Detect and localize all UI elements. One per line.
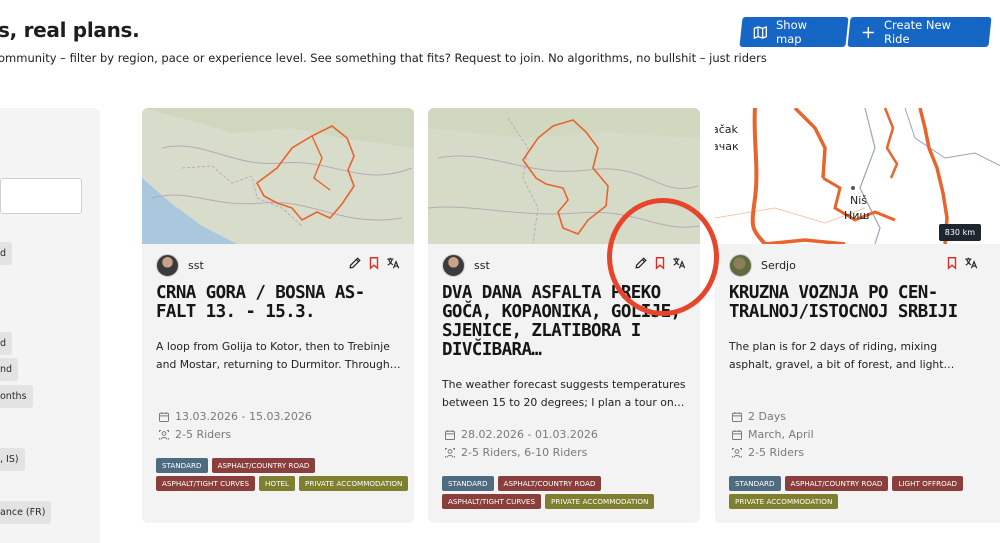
- calendar-icon: [445, 429, 455, 440]
- translate-icon[interactable]: [672, 256, 686, 270]
- card-actions: [634, 256, 686, 270]
- create-ride-button[interactable]: Create New Ride: [847, 17, 992, 47]
- ride-riders: 2-5 Riders: [158, 428, 231, 441]
- riders-icon: [732, 447, 742, 458]
- author-name: sst: [474, 259, 490, 272]
- card-actions: [348, 256, 400, 270]
- ride-riders: 2-5 Riders: [731, 446, 804, 459]
- filter-sidebar: [0, 108, 100, 543]
- ride-duration: 2 Days: [731, 410, 786, 423]
- translate-icon[interactable]: [964, 256, 978, 270]
- riders-icon: [159, 429, 169, 440]
- show-map-label: Show map: [775, 18, 807, 46]
- distance-badge: 830 km: [938, 224, 981, 241]
- calendar-icon: [732, 429, 742, 440]
- avatar: [156, 254, 179, 277]
- tag: PRIVATE ACCOMMODATION: [729, 494, 839, 509]
- card-actions: [945, 256, 978, 270]
- map-label: ačak: [715, 123, 739, 136]
- map-label: ачак: [715, 140, 739, 153]
- filter-chip[interactable]: d: [0, 242, 13, 265]
- create-ride-label: Create New Ride: [883, 18, 951, 46]
- author-name: sst: [188, 259, 204, 272]
- ride-card[interactable]: sst DVA DANA ASFALTA PREKO GOČA, KOPAONI…: [428, 108, 700, 523]
- edit-icon[interactable]: [634, 256, 648, 270]
- tag: PRIVATE ACCOMMODATION: [545, 494, 655, 509]
- ride-months: March, April: [731, 428, 814, 441]
- ride-card[interactable]: ačak ачак Niš Ниш 830 km Serdjo KRUZNA V…: [715, 108, 1000, 523]
- bookmark-icon[interactable]: [367, 256, 381, 270]
- calendar-icon: [159, 411, 169, 422]
- avatar: [729, 254, 752, 277]
- months-text: March, April: [748, 428, 814, 441]
- route-map: [428, 108, 700, 244]
- tag: ASPHALT/TIGHT CURVES: [156, 476, 256, 491]
- tag: HOTEL: [259, 476, 296, 491]
- author-info[interactable]: sst: [156, 254, 204, 277]
- riders-text: 2-5 Riders: [175, 428, 232, 441]
- tag-list: STANDARD ASPHALT/COUNTRY ROAD ASPHALT/TI…: [156, 458, 412, 491]
- tag: ASPHALT/COUNTRY ROAD: [497, 476, 602, 491]
- tag: STANDARD: [442, 476, 494, 491]
- calendar-icon: [732, 411, 742, 422]
- translate-icon[interactable]: [386, 256, 400, 270]
- author-name: Serdjo: [761, 259, 796, 272]
- tag: ASPHALT/COUNTRY ROAD: [784, 476, 889, 491]
- author-info[interactable]: sst: [442, 254, 490, 277]
- ride-description: The plan is for 2 days of riding, mixing…: [729, 340, 955, 371]
- show-map-button[interactable]: Show map: [739, 17, 849, 47]
- tag: PRIVATE ACCOMMODATION: [299, 476, 409, 491]
- plus-icon: [862, 26, 874, 38]
- ride-card[interactable]: sst CRNA GORA / BOSNA AS-FALT 13. - 15.3…: [142, 108, 414, 523]
- filter-chip[interactable]: onths: [0, 385, 33, 408]
- tag-list: STANDARD ASPHALT/COUNTRY ROAD ASPHALT/TI…: [442, 476, 698, 509]
- avatar: [442, 254, 465, 277]
- date-text: 13.03.2026 - 15.03.2026: [175, 410, 312, 423]
- riders-text: 2-5 Riders: [748, 446, 805, 459]
- bookmark-icon[interactable]: [945, 256, 959, 270]
- riders-icon: [445, 447, 455, 458]
- bookmark-icon[interactable]: [653, 256, 667, 270]
- ride-title[interactable]: KRUZNA VOZNJA PO CEN-TRALNOJ/ISTOCNOJ SR…: [729, 284, 991, 322]
- ride-description: The weather forecast suggests temperatur…: [442, 378, 686, 409]
- filter-chip[interactable]: , IS): [0, 448, 25, 471]
- author-info[interactable]: Serdjo: [729, 254, 796, 277]
- tag: ASPHALT/TIGHT CURVES: [442, 494, 542, 509]
- map-label: Niš: [850, 194, 867, 207]
- tag: LIGHT OFFROAD: [892, 476, 964, 491]
- page-title: s, real plans.: [0, 18, 140, 42]
- map-icon: [753, 25, 768, 39]
- tag: ASPHALT/COUNTRY ROAD: [211, 458, 316, 473]
- ride-date: 13.03.2026 - 15.03.2026: [158, 410, 312, 423]
- route-map: [142, 108, 414, 244]
- edit-icon[interactable]: [348, 256, 362, 270]
- tag: STANDARD: [729, 476, 781, 491]
- riders-text: 2-5 Riders, 6-10 Riders: [461, 446, 588, 459]
- filter-search-input[interactable]: [0, 178, 82, 214]
- ride-riders: 2-5 Riders, 6-10 Riders: [444, 446, 587, 459]
- duration-text: 2 Days: [748, 410, 786, 423]
- map-label: Ниш: [844, 209, 870, 222]
- tag-list: STANDARD ASPHALT/COUNTRY ROAD LIGHT OFFR…: [729, 476, 985, 509]
- page-subtitle: ommunity – filter by region, pace or exp…: [0, 51, 767, 65]
- ride-title[interactable]: DVA DANA ASFALTA PREKO GOČA, KOPAONIKA, …: [442, 284, 690, 360]
- route-map: ačak ачак Niš Ниш 830 km: [715, 108, 1000, 244]
- date-text: 28.02.2026 - 01.03.2026: [461, 428, 598, 441]
- tag: STANDARD: [156, 458, 208, 473]
- ride-description: A loop from Golija to Kotor, then to Tre…: [156, 340, 401, 371]
- filter-chip[interactable]: ance (FR): [0, 501, 52, 524]
- ride-title[interactable]: CRNA GORA / BOSNA AS-FALT 13. - 15.3.: [156, 284, 404, 322]
- ride-date: 28.02.2026 - 01.03.2026: [444, 428, 598, 441]
- filter-chip[interactable]: nd: [0, 358, 19, 381]
- filter-chip[interactable]: d: [0, 332, 13, 355]
